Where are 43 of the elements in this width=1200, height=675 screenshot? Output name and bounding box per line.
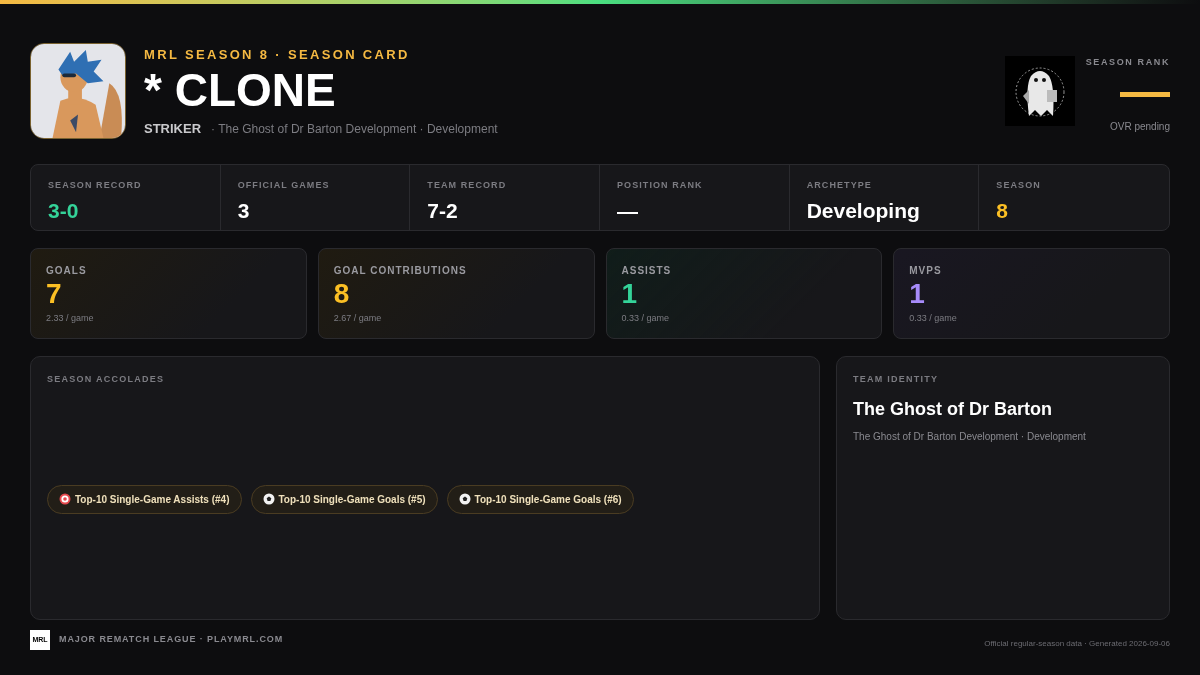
- stat-label: ASSISTS: [621, 264, 672, 278]
- stat-value: 7: [46, 278, 62, 310]
- summary-label: TEAM RECORD: [427, 179, 508, 192]
- summary-value: Developing: [806, 197, 920, 224]
- target-icon: [59, 493, 71, 505]
- summary-value: 3-0: [48, 197, 79, 224]
- season-rank-label: SEASON RANK: [1085, 56, 1170, 69]
- per-game-label: 0.33 / game: [621, 312, 670, 325]
- summary-value: 7-2: [427, 197, 458, 224]
- summary-label: ARCHETYPE: [806, 179, 873, 192]
- team-line: · The Ghost of Dr Barton Development · Development: [211, 120, 498, 138]
- player-name: * CLONE: [144, 64, 337, 115]
- summary-label: OFFICIAL GAMES: [237, 179, 331, 192]
- per-game-label: 2.67 / game: [333, 312, 382, 325]
- ovr-note: OVR pending: [1109, 119, 1170, 134]
- per-game-label: 0.33 / game: [909, 312, 957, 325]
- per-game-label: 2.33 / game: [46, 312, 94, 325]
- stat-value: 1: [909, 278, 925, 310]
- summary-value: 8: [996, 197, 1008, 224]
- eyebrow-label: MRL SEASON 8 · SEASON CARD: [144, 46, 411, 64]
- team-name: The Ghost of Dr Barton: [853, 397, 1052, 421]
- accolade-label: Top-10 Single-Game Assists (#4): [75, 492, 230, 507]
- team-subtitle: The Ghost of Dr Barton Development · Development: [853, 429, 1086, 444]
- summary-label: SEASON: [996, 179, 1042, 192]
- generated-note: Official regular-season data · Generated 2026-09-06: [984, 638, 1170, 650]
- rank-placeholder-dash: [1120, 91, 1170, 97]
- panel-title: SEASON ACCOLADES: [47, 373, 165, 386]
- soccer-ball-icon: [458, 493, 471, 505]
- summary-label: SEASON RECORD: [48, 179, 143, 192]
- stat-value: 8: [333, 278, 350, 310]
- soccer-ball-icon: [262, 493, 275, 505]
- summary-value: —: [617, 197, 638, 224]
- stat-label: GOALS: [46, 264, 87, 278]
- league-label: MAJOR REMATCH LEAGUE · PLAYMRL.COM: [59, 633, 284, 647]
- accolade-label: Top-10 Single-Game Goals (#5): [278, 492, 426, 507]
- summary-value: 3: [237, 197, 250, 224]
- position-label: STRIKER: [144, 119, 202, 138]
- summary-label: POSITION RANK: [617, 179, 704, 192]
- stat-label: GOAL CONTRIBUTIONS: [333, 264, 467, 278]
- panel-title: TEAM IDENTITY: [853, 373, 939, 386]
- stat-label: MVPS: [909, 264, 942, 278]
- stat-value: 1: [621, 278, 638, 310]
- accolade-label: Top-10 Single-Game Goals (#6): [474, 492, 622, 507]
